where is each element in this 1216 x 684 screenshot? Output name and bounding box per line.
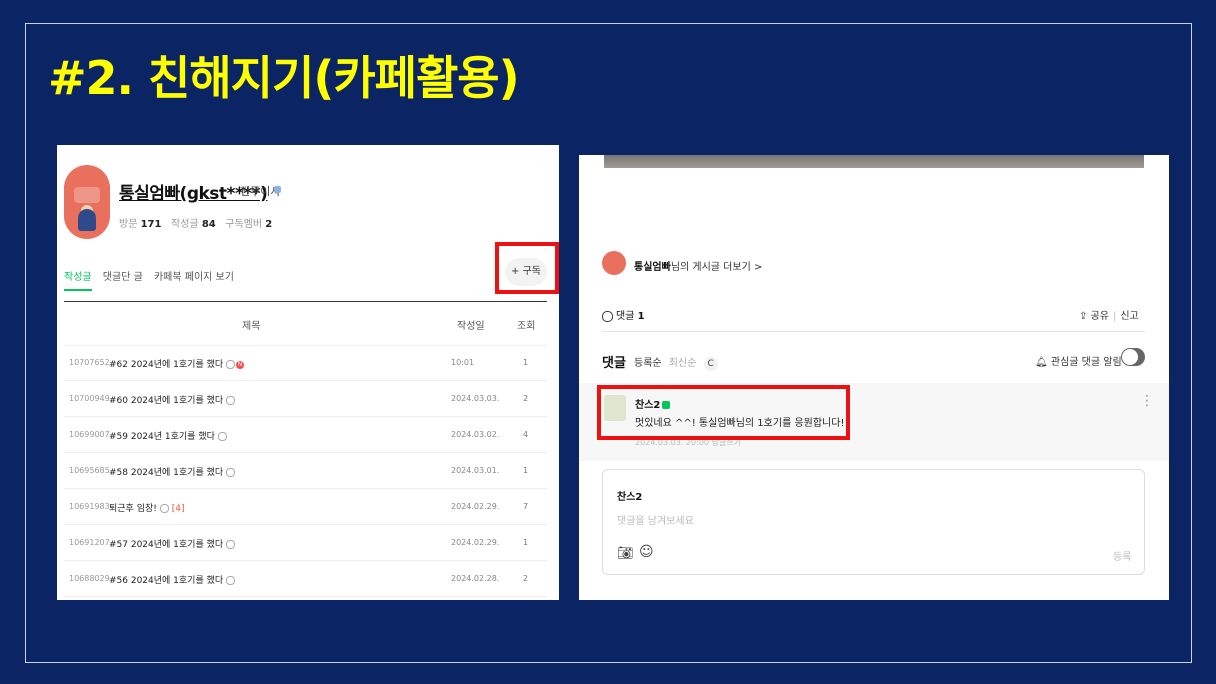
table-row[interactable]: 10691983 퇴근후 임장! [4] 2024.02.29. 7 bbox=[64, 489, 547, 525]
new-badge-icon: N bbox=[236, 360, 245, 369]
comment-bubble-icon bbox=[602, 310, 613, 322]
comment-write-box[interactable]: 찬스2 댓글을 남겨보세요 📷︎ ☺ 등록 bbox=[602, 469, 1145, 575]
image-attach-icon bbox=[226, 540, 236, 549]
rank-badge-icon bbox=[274, 186, 281, 193]
post-title[interactable]: #57 2024년에 1호기를 했다 bbox=[109, 537, 236, 550]
divider bbox=[602, 331, 1145, 332]
post-title[interactable]: #62 2024년에 1호기를 했다 N bbox=[109, 357, 245, 370]
image-attach-icon bbox=[226, 468, 236, 477]
image-attach-icon bbox=[226, 360, 236, 369]
submit-comment-button[interactable]: 등록 bbox=[1113, 548, 1131, 563]
comment-count: [4] bbox=[171, 504, 185, 514]
share-button[interactable]: 공유 bbox=[1091, 311, 1109, 322]
comment-alarm-label: 🔔︎ 관심글 댓글 알림 bbox=[1035, 357, 1122, 368]
author-avatar[interactable] bbox=[602, 251, 626, 275]
post-title[interactable]: 퇴근후 임장! [4] bbox=[109, 501, 185, 514]
profile-stats: 방문 171 작성글 84 구독멤버 2 bbox=[119, 219, 273, 230]
comments-heading: 댓글 bbox=[602, 356, 626, 371]
camera-icon[interactable]: 📷︎ bbox=[617, 546, 634, 561]
profile-avatar[interactable] bbox=[64, 165, 110, 239]
slide-title: #2. 친해지기(카페활용) bbox=[48, 51, 520, 105]
share-report: ⇪ 공유 | 신고 bbox=[1079, 311, 1139, 322]
comment-alarm-toggle[interactable] bbox=[1121, 348, 1145, 366]
highlight-box-subscribe bbox=[495, 242, 559, 294]
tab-cafebook[interactable]: 카페북 페이지 보기 bbox=[154, 272, 234, 283]
table-row[interactable]: 10695685 #58 2024년에 1호기를 했다 2024.03.01. … bbox=[64, 453, 547, 489]
report-button[interactable]: 신고 bbox=[1120, 311, 1138, 322]
sort-options: 등록순 최신순 C bbox=[634, 354, 718, 371]
table-row[interactable]: 10691207 #57 2024년에 1호기를 했다 2024.02.29. … bbox=[64, 525, 547, 561]
post-title[interactable]: #58 2024년에 1호기를 했다 bbox=[109, 465, 236, 478]
col-title: 제목 bbox=[242, 321, 261, 332]
col-date: 작성일 bbox=[457, 321, 485, 332]
share-icon: ⇪ bbox=[1079, 311, 1088, 322]
highlight-box-comment bbox=[597, 385, 850, 440]
image-attach-icon bbox=[226, 576, 236, 585]
sort-registered[interactable]: 등록순 bbox=[634, 358, 662, 369]
post-title[interactable]: #60 2024년에 1호기를 했다 bbox=[109, 393, 236, 406]
comment-input[interactable]: 댓글을 남겨보세요 bbox=[617, 512, 694, 527]
image-attach-icon bbox=[159, 504, 169, 513]
more-options-icon[interactable]: ⋮ bbox=[1140, 393, 1154, 409]
post-image bbox=[604, 155, 1144, 168]
more-posts-link[interactable]: 통실엄빠님의 게시글 더보기 > bbox=[634, 258, 762, 273]
post-list: 10707652 #62 2024년에 1호기를 했다 N 10:01 1 107… bbox=[64, 345, 547, 597]
profile-tabs: 작성글 댓글단 글 카페북 페이지 보기 bbox=[64, 268, 242, 291]
table-row[interactable]: 10700949 #60 2024년에 1호기를 했다 2024.03.03. … bbox=[64, 381, 547, 417]
writer-name: 찬스2 bbox=[617, 492, 643, 503]
col-views: 조회 bbox=[517, 321, 536, 332]
post-title[interactable]: #56 2024년에 1호기를 했다 bbox=[109, 573, 236, 586]
comment-count-label[interactable]: 댓글 1 bbox=[602, 307, 645, 322]
tab-commented[interactable]: 댓글단 글 bbox=[103, 272, 143, 283]
emoji-icon[interactable]: ☺ bbox=[639, 544, 654, 560]
table-row[interactable]: 10688029 #56 2024년에 1호기를 했다 2024.02.28. … bbox=[64, 561, 547, 597]
table-row[interactable]: 10707652 #62 2024년에 1호기를 했다 N 10:01 1 bbox=[64, 345, 547, 381]
table-row[interactable]: 10699007 #59 2024년 1호기를 했다 2024.03.02. 4 bbox=[64, 417, 547, 453]
tab-posts[interactable]: 작성글 bbox=[64, 272, 92, 291]
image-attach-icon bbox=[217, 432, 227, 441]
image-attach-icon bbox=[226, 396, 236, 405]
bell-icon: 🔔︎ bbox=[1035, 357, 1048, 368]
sort-latest[interactable]: 최신순 bbox=[669, 358, 697, 369]
post-title[interactable]: #59 2024년 1호기를 했다 bbox=[109, 429, 227, 442]
member-profile-panel: 통실엄빠(gkst****) 전무이사 방문 171 작성글 84 구독멤버 2… bbox=[57, 145, 559, 600]
refresh-icon[interactable]: C bbox=[703, 357, 718, 371]
table-header: 제목 작성일 조회 bbox=[64, 301, 547, 346]
post-comments-panel: 통실엄빠님의 게시글 더보기 > 댓글 1 ⇪ 공유 | 신고 댓글 등록순 최신순… bbox=[579, 155, 1169, 600]
